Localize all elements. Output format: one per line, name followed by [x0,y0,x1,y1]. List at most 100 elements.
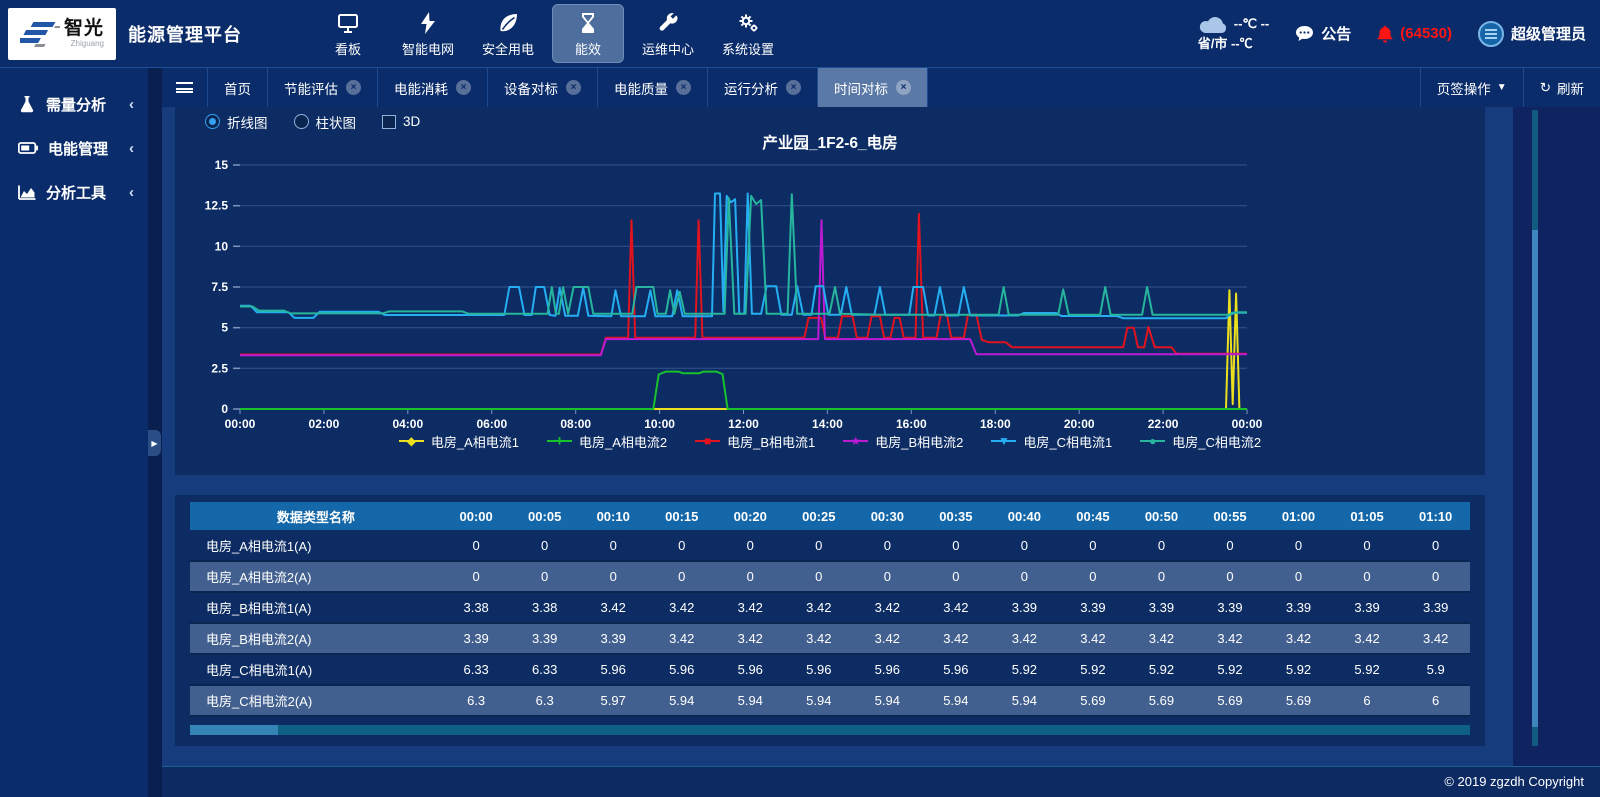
legend-label: 电房_B相电流1 [727,432,815,451]
horizontal-scrollbar-thumb[interactable] [190,725,278,735]
legend-item[interactable]: + 电房_A相电流2 [547,432,667,451]
value-cell: 0 [510,561,579,592]
column-header: 01:05 [1333,502,1402,530]
tab-energy-consumption[interactable]: 电能消耗× [378,68,488,107]
tab-label: 电能质量 [614,78,668,98]
bar-chart-radio[interactable]: 柱状图 [294,112,357,132]
hamburger-menu-button[interactable] [162,68,208,107]
column-header: 00:55 [1196,502,1265,530]
legend-label: 电房_A相电流2 [579,432,667,451]
value-cell: 3.42 [785,623,854,654]
tab-operation-analysis[interactable]: 运行分析 × [708,68,818,107]
row-name-cell: 电房_B相电流2(A) [190,623,442,654]
legend-item[interactable]: ◆电房_A相电流1 [399,432,519,451]
tab-home[interactable]: 首页 [208,68,268,107]
sidebar-item-label: 需量分析 [46,94,106,115]
value-cell: 0 [442,530,511,561]
value-cell: 5.94 [990,685,1059,716]
value-cell: 5.92 [990,654,1059,685]
vertical-scrollbar[interactable] [1532,110,1538,746]
value-cell: 0 [1333,530,1402,561]
svg-text:22:00: 22:00 [1148,417,1179,429]
value-cell: 0 [1127,561,1196,592]
nav-item-system-settings[interactable]: 系统设置 [712,4,784,63]
value-cell: 0 [647,561,716,592]
3d-checkbox[interactable]: 3D [382,114,420,129]
close-icon[interactable]: × [346,80,361,95]
table-row: 电房_C相电流2(A)6.36.35.975.945.945.945.945.9… [190,685,1470,716]
line-chart-radio[interactable]: 折线图 [205,112,268,132]
battery-icon [18,141,38,155]
horizontal-scrollbar[interactable] [190,725,1470,735]
notice-button[interactable]: 公告 [1295,23,1351,44]
nav-item-efficiency[interactable]: 能效 [552,4,624,63]
value-cell: 0 [1196,530,1265,561]
legend-item[interactable]: ■ 电房_B相电流1 [695,432,815,451]
tab-label: 首页 [224,78,251,98]
value-cell: 0 [1264,530,1333,561]
refresh-icon: ↻ [1540,80,1551,96]
weather-temp: --℃ -- [1234,14,1270,34]
checkbox-label: 3D [403,114,420,129]
radio-label: 柱状图 [316,112,357,132]
value-cell: 5.69 [1127,685,1196,716]
table-row: 电房_A相电流1(A)000000000000000 [190,530,1470,561]
sidebar-item-analysis-tools[interactable]: 分析工具 ‹ [0,170,148,214]
legend-label: 电房_C相电流1 [1023,432,1112,451]
value-cell: 0 [1264,561,1333,592]
refresh-button[interactable]: ↻ 刷新 [1523,68,1600,107]
value-cell: 3.42 [1059,623,1128,654]
row-name-cell: 电房_C相电流1(A) [190,654,442,685]
nav-label: 看板 [312,39,384,58]
table-row: 电房_A相电流2(A)000000000000000 [190,561,1470,592]
value-cell: 0 [579,561,648,592]
nav-item-smart-grid[interactable]: 智能电网 [392,4,464,63]
column-header: 00:10 [579,502,648,530]
legend-item[interactable]: ●电房_C相电流2 [1140,432,1261,451]
chart-legend: ◆电房_A相电流1 + 电房_A相电流2 ■ 电房_B相电流1 ★电房_B相电流2 ▼电房_… [175,429,1485,453]
close-icon[interactable]: × [896,80,911,95]
tab-time-benchmark[interactable]: 时间对标× [818,68,928,107]
column-header: 00:40 [990,502,1059,530]
value-cell: 0 [853,530,922,561]
alarm-button[interactable]: (64530) [1377,25,1452,43]
svg-text:10:00: 10:00 [644,417,675,429]
close-icon[interactable]: × [456,80,471,95]
legend-item[interactable]: ▼电房_C相电流1 [991,432,1112,451]
nav-item-safe-power[interactable]: 安全用电 [472,4,544,63]
user-menu[interactable]: 超级管理员 [1478,21,1586,47]
tab-label: 运行分析 [724,78,778,98]
tab-energy-eval[interactable]: 节能评估× [268,68,378,107]
weather-region: 省/市 --℃ [1198,34,1270,54]
tab-operations-dropdown[interactable]: 页签操作 ▼ [1420,68,1523,107]
value-cell: 3.42 [1196,623,1265,654]
sidebar-collapse-handle[interactable]: ▶ [148,430,161,456]
tab-power-quality[interactable]: 电能质量 × [598,68,708,107]
value-cell: 3.38 [510,592,579,623]
legend-label: 电房_A相电流1 [431,432,519,451]
nav-item-dashboard[interactable]: 看板 [312,4,384,63]
tab-device-benchmark[interactable]: 设备对标× [488,68,598,107]
value-cell: 0 [579,530,648,561]
user-name: 超级管理员 [1511,23,1586,44]
value-cell: 3.42 [853,592,922,623]
legend-item[interactable]: ★电房_B相电流2 [843,432,963,451]
value-cell: 5.96 [922,654,991,685]
sidebar-item-demand-analysis[interactable]: 需量分析 ‹ [0,82,148,126]
svg-text:20:00: 20:00 [1064,417,1095,429]
flask-icon [18,95,36,113]
legend-marker-icon: ■ [695,440,720,442]
close-icon[interactable]: × [786,80,801,95]
close-icon[interactable]: × [676,80,691,95]
row-name-cell: 电房_A相电流2(A) [190,561,442,592]
nav-item-ops-center[interactable]: 运维中心 [632,4,704,63]
svg-text:12.5: 12.5 [205,199,229,213]
close-icon[interactable]: × [566,80,581,95]
vertical-scrollbar-thumb[interactable] [1532,230,1538,727]
sidebar-item-energy-management[interactable]: 电能管理 ‹ [0,126,148,170]
legend-marker-icon: + [547,440,572,442]
svg-text:12:00: 12:00 [728,417,759,429]
value-cell: 3.38 [442,592,511,623]
value-cell: 5.69 [1059,685,1128,716]
value-cell: 5.94 [922,685,991,716]
